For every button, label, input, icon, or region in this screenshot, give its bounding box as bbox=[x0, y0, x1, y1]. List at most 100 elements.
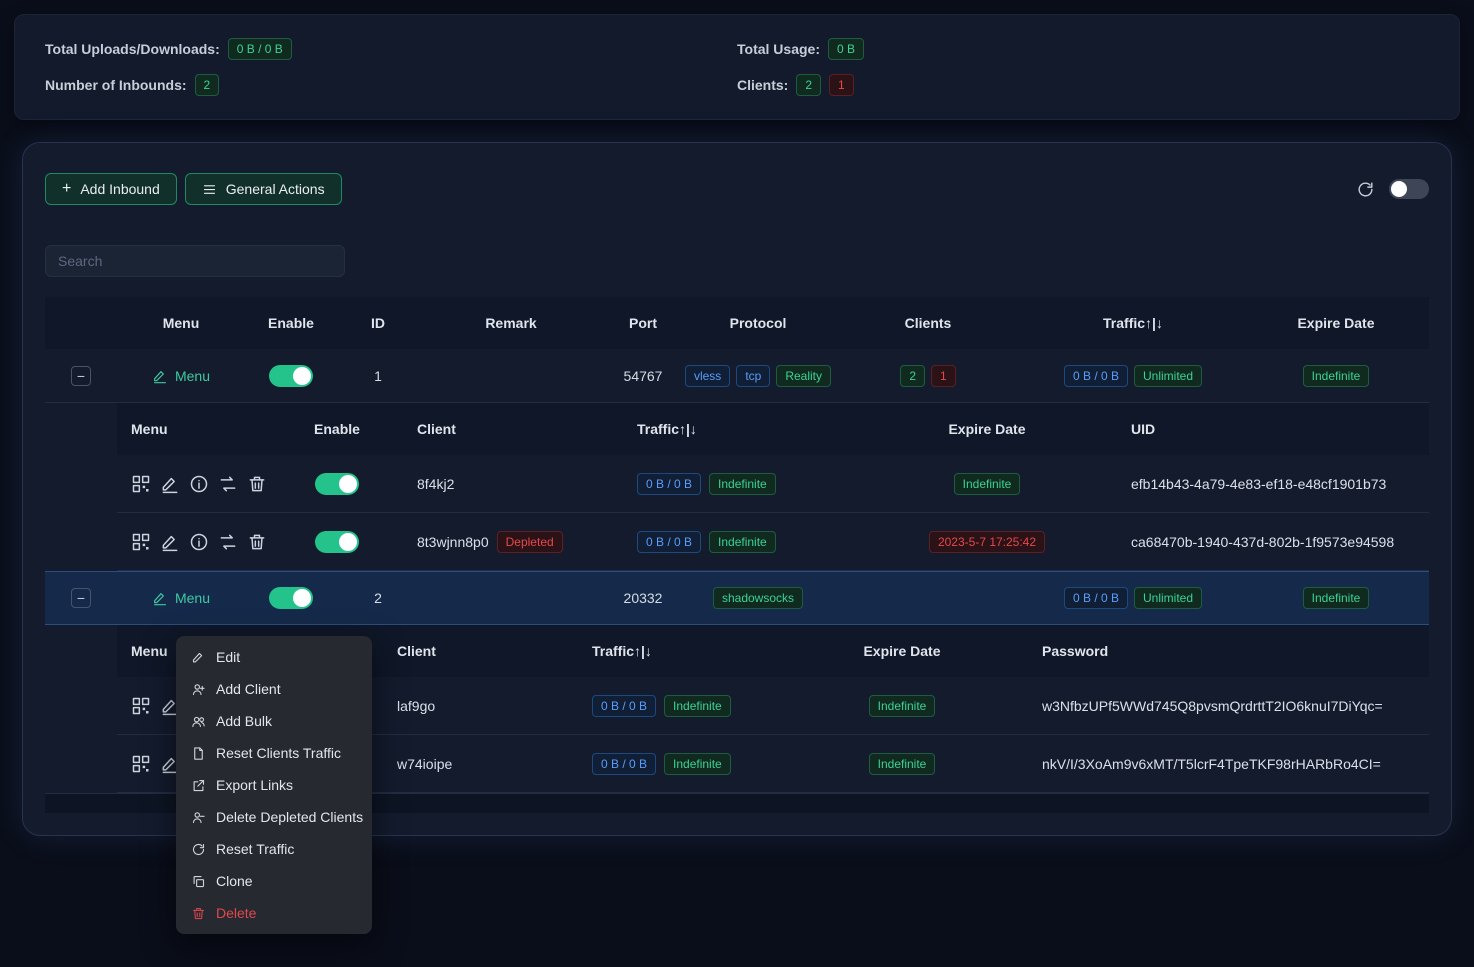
vless-clients-header: Menu Enable Client Traffic↑|↓ Expire Dat… bbox=[117, 403, 1429, 455]
reset-traffic-icon[interactable] bbox=[218, 532, 238, 552]
header-id: ID bbox=[337, 315, 419, 331]
users-icon bbox=[191, 714, 206, 729]
vless-clients-table: Menu Enable Client Traffic↑|↓ Expire Dat… bbox=[117, 403, 1429, 571]
delete-client-icon[interactable] bbox=[247, 474, 267, 494]
subheader-enable: Enable bbox=[287, 421, 387, 437]
client-password: w3NfbzUPf5WWd745Q8pvsmQrdrttT2IO6knuI7Di… bbox=[997, 698, 1429, 714]
stat-uploads-downloads: Total Uploads/Downloads: 0 B / 0 B bbox=[45, 38, 737, 60]
menu-item-delete-depleted-clients[interactable]: Delete Depleted Clients bbox=[176, 801, 372, 833]
search-row bbox=[45, 245, 1429, 277]
info-icon[interactable] bbox=[189, 532, 209, 552]
menu-item-reset-clients-traffic[interactable]: Reset Clients Traffic bbox=[176, 737, 372, 769]
menu-item-clone[interactable]: Clone bbox=[176, 865, 372, 897]
collapse-row-button[interactable]: − bbox=[71, 588, 91, 608]
info-icon[interactable] bbox=[189, 474, 209, 494]
file-sync-icon bbox=[191, 746, 206, 761]
sync-icon bbox=[191, 842, 206, 857]
client-name: laf9go bbox=[367, 698, 557, 714]
traffic-badge: 0 B / 0 B bbox=[1064, 587, 1128, 609]
row-menu-button[interactable]: Menu bbox=[152, 368, 210, 384]
traffic-limit-badge: Unlimited bbox=[1134, 365, 1202, 387]
search-input[interactable] bbox=[45, 245, 345, 277]
reset-traffic-icon[interactable] bbox=[218, 474, 238, 494]
qrcode-icon[interactable] bbox=[131, 754, 151, 774]
stat-clients-label: Clients: bbox=[737, 77, 788, 93]
stat-usage-value: 0 B bbox=[828, 38, 864, 60]
traffic-badge: 0 B / 0 B bbox=[1064, 365, 1128, 387]
subheader-expire: Expire Date bbox=[877, 421, 1097, 437]
header-protocol: Protocol bbox=[683, 315, 833, 331]
menu-item-export-links[interactable]: Export Links bbox=[176, 769, 372, 801]
menu-item-reset-traffic[interactable]: Reset Traffic bbox=[176, 833, 372, 865]
trash-icon bbox=[191, 906, 206, 921]
edit-icon bbox=[191, 650, 206, 665]
stat-clients-depleted: 1 bbox=[829, 74, 854, 96]
inbounds-table-header: Menu Enable ID Remark Port Protocol Clie… bbox=[45, 297, 1429, 349]
qrcode-icon[interactable] bbox=[131, 696, 151, 716]
copy-icon bbox=[191, 874, 206, 889]
subheader-traffic-sort[interactable]: Traffic↑|↓ bbox=[597, 421, 877, 437]
header-menu: Menu bbox=[117, 315, 245, 331]
client-traffic-badge: 0 B / 0 B bbox=[637, 531, 701, 553]
menu-item-delete[interactable]: Delete bbox=[176, 897, 372, 929]
stats-panel: Total Uploads/Downloads: 0 B / 0 B Total… bbox=[14, 14, 1460, 120]
stat-inbounds-label: Number of Inbounds: bbox=[45, 77, 187, 93]
edit-client-icon[interactable] bbox=[160, 474, 180, 494]
menu-item-edit[interactable]: Edit bbox=[176, 641, 372, 673]
client-traffic-badge: 0 B / 0 B bbox=[592, 695, 656, 717]
general-actions-button[interactable]: General Actions bbox=[185, 173, 342, 205]
toolbar-right bbox=[1356, 179, 1429, 199]
client-traffic-limit-badge: Indefinite bbox=[709, 473, 776, 495]
protocol-tag: shadowsocks bbox=[713, 587, 803, 609]
minus-icon: − bbox=[77, 591, 85, 605]
menu-item-add-client[interactable]: Add Client bbox=[176, 673, 372, 705]
row-menu-button[interactable]: Menu bbox=[152, 590, 210, 606]
qrcode-icon[interactable] bbox=[131, 532, 151, 552]
hamburger-icon bbox=[202, 182, 217, 197]
header-traffic-sort[interactable]: Traffic↑|↓ bbox=[1023, 315, 1243, 331]
subheader-uid: UID bbox=[1097, 421, 1429, 437]
subheader-client: Client bbox=[387, 421, 597, 437]
user-delete-icon bbox=[191, 810, 206, 825]
row-menu-label: Menu bbox=[175, 368, 210, 384]
edit-client-icon[interactable] bbox=[160, 532, 180, 552]
client-traffic-badge: 0 B / 0 B bbox=[592, 753, 656, 775]
stat-clients-total: 2 bbox=[796, 74, 821, 96]
header-clients: Clients bbox=[833, 315, 1023, 331]
subheader-client: Client bbox=[367, 643, 557, 659]
expire-badge: Indefinite bbox=[1303, 365, 1370, 387]
inbound-id: 2 bbox=[337, 590, 419, 606]
enable-toggle[interactable] bbox=[269, 587, 313, 609]
client-traffic-limit-badge: Indefinite bbox=[709, 531, 776, 553]
stat-total-usage: Total Usage: 0 B bbox=[737, 38, 1429, 60]
menu-item-add-bulk[interactable]: Add Bulk bbox=[176, 705, 372, 737]
protocol-tag: vless bbox=[685, 365, 730, 387]
client-uid: ca68470b-1940-437d-802b-1f9573e94598 bbox=[1097, 534, 1429, 550]
delete-client-icon[interactable] bbox=[247, 532, 267, 552]
qrcode-icon[interactable] bbox=[131, 474, 151, 494]
expire-badge: Indefinite bbox=[1303, 587, 1370, 609]
toolbar: + Add Inbound General Actions bbox=[45, 173, 1429, 205]
stat-inbounds: Number of Inbounds: 2 bbox=[45, 74, 737, 96]
client-actions bbox=[117, 532, 287, 552]
general-actions-label: General Actions bbox=[226, 181, 325, 197]
header-remark: Remark bbox=[419, 315, 603, 331]
traffic-limit-badge: Unlimited bbox=[1134, 587, 1202, 609]
client-traffic-badge: 0 B / 0 B bbox=[637, 473, 701, 495]
refresh-icon[interactable] bbox=[1356, 180, 1375, 199]
client-expire-badge: Indefinite bbox=[869, 695, 936, 717]
add-inbound-label: Add Inbound bbox=[80, 181, 159, 197]
plus-icon: + bbox=[62, 181, 71, 197]
add-inbound-button[interactable]: + Add Inbound bbox=[45, 173, 177, 205]
subheader-expire: Expire Date bbox=[807, 643, 997, 659]
enable-toggle[interactable] bbox=[269, 365, 313, 387]
collapse-row-button[interactable]: − bbox=[71, 366, 91, 386]
inbound-context-menu: Edit Add Client Add Bulk Reset Clients T… bbox=[176, 636, 372, 934]
subheader-password: Password bbox=[997, 643, 1429, 659]
client-enable-toggle[interactable] bbox=[315, 531, 359, 553]
auto-refresh-toggle[interactable] bbox=[1389, 179, 1429, 199]
inbound-row-2: − Menu 2 20332 shadowsocks 0 B / 0 B Unl… bbox=[45, 571, 1429, 625]
client-enable-toggle[interactable] bbox=[315, 473, 359, 495]
subheader-menu: Menu bbox=[117, 421, 287, 437]
subheader-traffic-sort[interactable]: Traffic↑|↓ bbox=[557, 643, 807, 659]
